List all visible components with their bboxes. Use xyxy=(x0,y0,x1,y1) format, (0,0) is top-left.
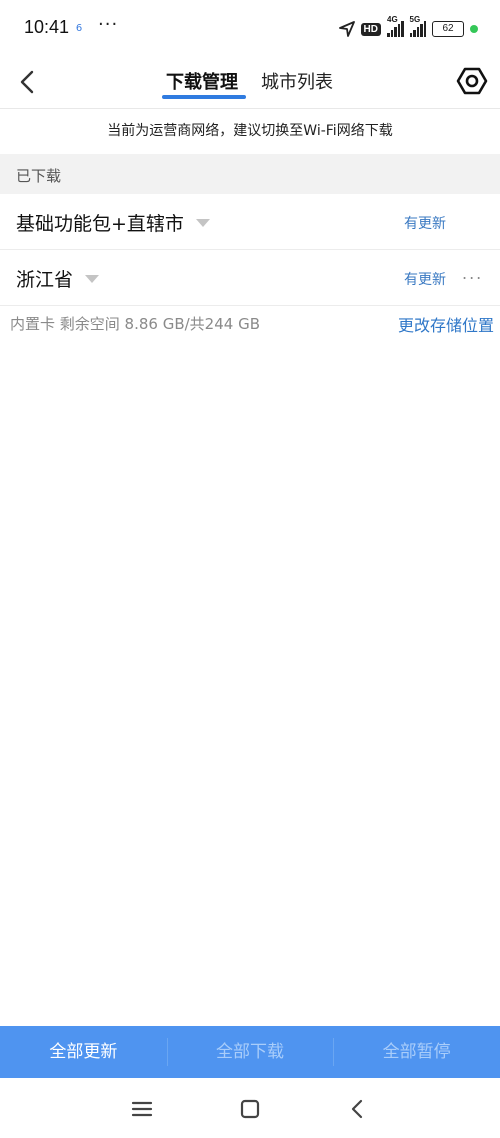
home-icon[interactable] xyxy=(237,1096,263,1122)
system-navigation-bar xyxy=(0,1078,500,1138)
more-notifications-icon: ··· xyxy=(98,14,119,35)
signal-4g-icon: 4G xyxy=(387,15,404,37)
update-available-link[interactable]: 有更新 xyxy=(404,269,446,289)
tab-city-list[interactable]: 城市列表 xyxy=(261,68,333,94)
pause-all-button[interactable]: 全部暂停 xyxy=(333,1026,500,1078)
back-button[interactable] xyxy=(14,64,44,100)
active-tab-indicator xyxy=(162,95,246,99)
settings-button[interactable] xyxy=(456,65,488,97)
system-back-icon[interactable] xyxy=(345,1096,371,1122)
caret-down-icon[interactable] xyxy=(85,274,100,283)
tab-download-management[interactable]: 下载管理 xyxy=(166,68,238,94)
network-notice: 当前为运营商网络，建议切换至Wi-Fi网络下载 xyxy=(107,123,393,139)
change-storage-location-link[interactable]: 更改存储位置 xyxy=(398,312,494,336)
download-item-name: 浙江省 xyxy=(16,265,100,292)
menu-icon[interactable] xyxy=(129,1096,155,1122)
privacy-indicator-dot xyxy=(470,25,478,33)
storage-info: 内置卡 剩余空间 8.86 GB/共244 GB 更改存储位置 xyxy=(0,305,500,339)
download-all-button[interactable]: 全部下载 xyxy=(166,1026,334,1078)
download-item-name: 基础功能包+直辖市 xyxy=(16,209,210,236)
app-notification-icon: 6 xyxy=(75,23,83,34)
location-icon xyxy=(338,21,355,37)
storage-space-text: 内置卡 剩余空间 8.86 GB/共244 GB xyxy=(10,315,260,333)
more-options-icon[interactable]: ... xyxy=(462,264,483,283)
update-available-link[interactable]: 有更新 xyxy=(404,213,446,233)
status-bar: 10:41 6 ··· HD 4G 5G 62 xyxy=(0,0,500,58)
chevron-left-icon xyxy=(20,70,34,94)
signal-5g-icon: 5G xyxy=(409,15,426,37)
caret-down-icon[interactable] xyxy=(195,218,210,227)
hd-voice-icon: HD xyxy=(360,22,381,36)
gear-icon xyxy=(456,67,488,95)
status-indicators: HD 4G 5G 62 xyxy=(338,15,478,41)
battery-icon: 62 xyxy=(432,21,464,37)
bottom-action-bar: 全部更新 全部下载 全部暂停 xyxy=(0,1026,500,1078)
downloaded-section-header: 已下载 xyxy=(0,154,500,194)
top-nav-bar: 下载管理 城市列表 xyxy=(0,58,500,109)
download-item[interactable]: 浙江省 有更新 ... xyxy=(0,250,500,306)
update-all-button[interactable]: 全部更新 xyxy=(0,1026,167,1078)
download-item[interactable]: 基础功能包+直辖市 有更新 xyxy=(0,194,500,250)
section-title: 已下载 xyxy=(16,167,62,185)
status-time: 10:41 xyxy=(24,17,70,37)
